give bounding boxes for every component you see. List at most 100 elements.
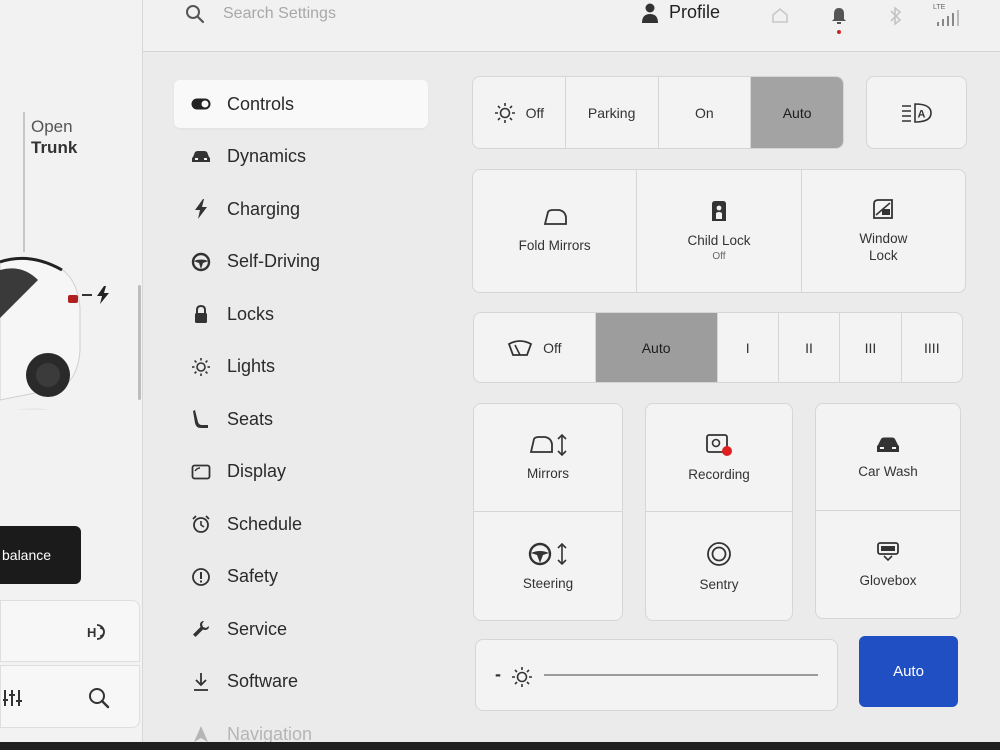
scrollbar[interactable] — [138, 285, 141, 400]
menu-item-label: Controls — [227, 93, 295, 114]
menu-item-label: Self-Driving — [227, 251, 321, 271]
sun-icon — [494, 102, 515, 123]
download-icon — [190, 671, 212, 693]
sentry-label: Sentry — [699, 576, 739, 592]
bluetooth-icon[interactable] — [889, 6, 903, 26]
headlights-auto-option[interactable]: Auto — [751, 77, 843, 148]
profile-button[interactable]: Profile — [641, 2, 720, 23]
media-source-card[interactable]: H — [0, 600, 140, 662]
fold-mirrors-button[interactable]: Fold Mirrors — [473, 170, 638, 292]
media-controls-card — [0, 665, 140, 728]
brightness-slider[interactable] — [544, 674, 818, 676]
menu-item-lights[interactable]: Lights — [174, 343, 428, 391]
headlights-auto-label: Auto — [782, 104, 812, 121]
brightness-minus: - — [495, 664, 501, 684]
fold-mirrors-label: Fold Mirrors — [518, 237, 591, 253]
menu-item-display[interactable]: Display — [174, 448, 428, 496]
car-wash-button[interactable]: Car Wash — [816, 404, 960, 511]
display-icon — [190, 461, 212, 483]
menu-item-label: Locks — [227, 303, 275, 324]
user-icon — [642, 3, 658, 23]
menu-item-controls[interactable]: Controls — [174, 80, 428, 128]
search-icon[interactable] — [87, 686, 111, 710]
recording-button[interactable]: Recording — [646, 404, 792, 512]
wipers-speed-1-label: I — [745, 339, 750, 356]
equalizer-icon[interactable] — [3, 688, 25, 708]
wipers-speed-3-label: III — [864, 339, 877, 356]
home-icon[interactable] — [771, 6, 789, 24]
svg-text:H: H — [87, 625, 96, 640]
headlights-on-option[interactable]: On — [659, 77, 752, 148]
menu-item-schedule[interactable]: Schedule — [174, 500, 428, 548]
wipers-off-label: Off — [543, 339, 562, 356]
recording-sentry-card: Recording Sentry — [645, 403, 793, 621]
window-lock-label-line1: Window — [859, 231, 908, 246]
wipers-off-option[interactable]: Off — [474, 313, 596, 382]
search-input[interactable] — [223, 2, 483, 26]
child-lock-icon — [711, 201, 726, 221]
trunk-divider — [23, 112, 25, 252]
car-rear-image — [0, 256, 81, 410]
steering-adjust-icon — [528, 542, 567, 565]
wipers-speed-2-option[interactable]: II — [779, 313, 841, 382]
search-icon — [186, 5, 205, 24]
sentry-button[interactable]: Sentry — [646, 512, 792, 620]
lightning-icon — [97, 286, 109, 304]
headlights-on-label: On — [695, 104, 714, 121]
menu-item-service[interactable]: Service — [174, 605, 428, 653]
menu-item-label: Safety — [227, 566, 279, 586]
wiper-icon — [508, 339, 533, 356]
recording-label: Recording — [688, 467, 750, 482]
wipers-auto-option[interactable]: Auto — [595, 313, 718, 382]
menu-item-dynamics[interactable]: Dynamics — [174, 133, 428, 181]
menu-item-label: Lights — [227, 356, 276, 376]
balance-button[interactable]: balance — [0, 526, 81, 584]
menu-item-label: Display — [227, 461, 287, 481]
hd-radio-icon: H — [87, 624, 105, 640]
menu-item-locks[interactable]: Locks — [174, 290, 428, 338]
child-lock-button[interactable]: Child Lock Off — [637, 170, 802, 292]
headlights-parking-option[interactable]: Parking — [566, 77, 659, 148]
menu-item-seats[interactable]: Seats — [174, 395, 428, 443]
wipers-speed-3-option[interactable]: III — [840, 313, 902, 382]
car-icon — [190, 146, 212, 168]
sun-icon — [512, 667, 532, 687]
headlights-parking-label: Parking — [587, 104, 636, 121]
mirrors-label: Mirrors — [527, 466, 569, 481]
menu-item-label: Navigation — [227, 723, 313, 743]
bell-icon[interactable] — [831, 6, 847, 36]
glovebox-button[interactable]: Glovebox — [816, 511, 960, 618]
menu-item-charging[interactable]: Charging — [174, 185, 428, 233]
wipers-speed-1-option[interactable]: I — [718, 313, 779, 382]
wipers-speed-2-label: II — [805, 339, 813, 356]
toggle-icon — [190, 93, 212, 115]
menu-item-navigation[interactable]: Navigation — [174, 710, 428, 742]
carwash-glovebox-card: Car Wash Glovebox — [815, 403, 961, 619]
settings-menu: Controls Dynamics Charging Self-Driving … — [174, 80, 428, 742]
menu-item-software[interactable]: Software — [174, 658, 428, 706]
window-lock-button[interactable]: Window Lock — [802, 170, 965, 292]
auto-high-beam-button[interactable]: A — [866, 76, 967, 149]
headlights-off-option[interactable]: Off — [473, 77, 566, 148]
window-lock-icon — [873, 199, 894, 219]
auto-high-beam-icon: A — [901, 102, 932, 123]
headlights-off-label: Off — [525, 104, 545, 121]
brightness-auto-button[interactable]: Auto — [859, 636, 958, 707]
mirrors-adjust-button[interactable]: Mirrors — [474, 404, 622, 512]
menu-item-safety[interactable]: Safety — [174, 553, 428, 601]
child-lock-label: Child Lock — [687, 233, 751, 248]
open-trunk-button[interactable]: Open Trunk — [31, 116, 77, 158]
navigation-arrow-icon — [190, 723, 212, 742]
brightness-slider-card: - — [475, 639, 838, 711]
menu-item-self-driving[interactable]: Self-Driving — [174, 238, 428, 286]
charge-port-button[interactable] — [82, 286, 110, 304]
wipers-auto-label: Auto — [641, 339, 671, 356]
sentry-icon — [707, 541, 731, 566]
window-lock-label-line2: Lock — [869, 248, 898, 263]
wipers-speed-4-option[interactable]: IIII — [902, 313, 962, 382]
lightning-icon — [190, 198, 212, 220]
steering-adjust-button[interactable]: Steering — [474, 512, 622, 620]
mirrors-steering-card: Mirrors Steering — [473, 403, 623, 621]
alarm-clock-icon — [190, 513, 212, 535]
wipers-selector: Off Auto I II III IIII — [473, 312, 963, 383]
